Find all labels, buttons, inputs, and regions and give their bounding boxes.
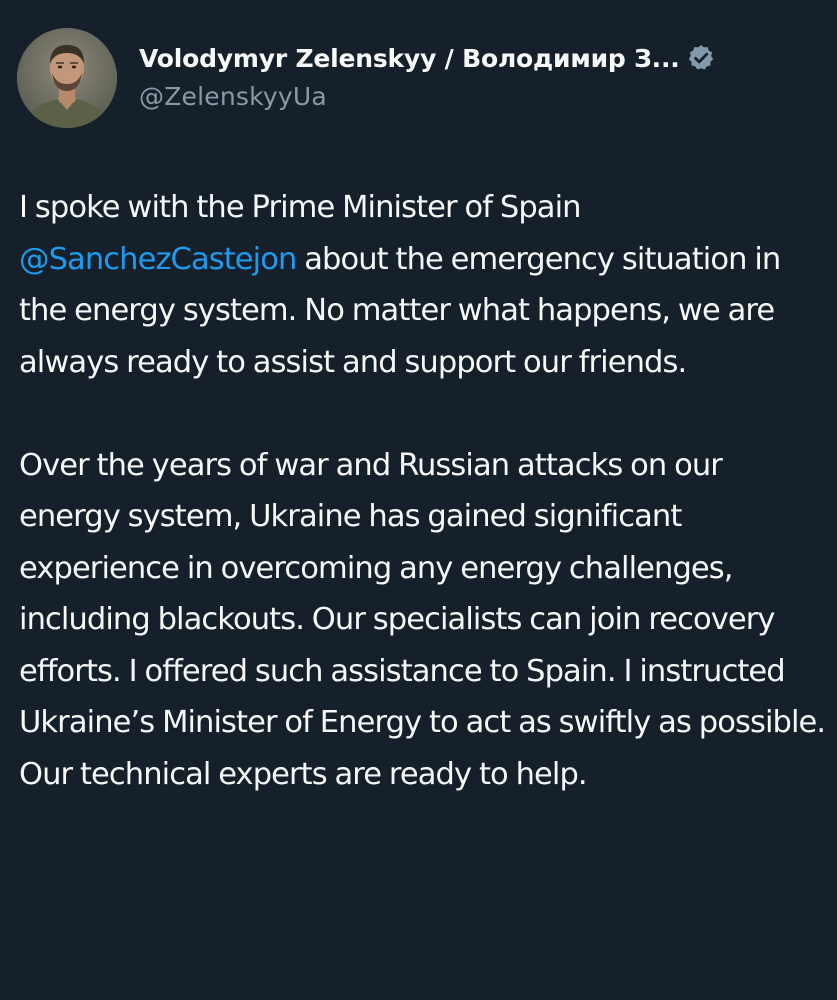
author-info: Volodymyr Zelenskyy / Володимир З... @Ze… bbox=[139, 38, 829, 111]
author-avatar[interactable] bbox=[17, 28, 117, 128]
verified-badge-icon[interactable] bbox=[686, 43, 716, 73]
avatar-photo-icon bbox=[17, 28, 117, 128]
tweet-text-segment: I spoke with the Prime Minister of Spain bbox=[19, 190, 581, 225]
author-handle[interactable]: @ZelenskyyUa bbox=[139, 82, 829, 111]
tweet-card: Volodymyr Zelenskyy / Володимир З... @Ze… bbox=[0, 0, 837, 1000]
mention-link[interactable]: @SanchezCastejon bbox=[19, 242, 297, 277]
author-display-name[interactable]: Volodymyr Zelenskyy / Володимир З... bbox=[139, 44, 680, 73]
author-name-row: Volodymyr Zelenskyy / Володимир З... bbox=[139, 38, 829, 78]
tweet-text: I spoke with the Prime Minister of Spain… bbox=[19, 182, 829, 800]
tweet-paragraph-2: Over the years of war and Russian attack… bbox=[19, 447, 826, 792]
tweet-paragraph-1: I spoke with the Prime Minister of Spain… bbox=[19, 182, 829, 388]
